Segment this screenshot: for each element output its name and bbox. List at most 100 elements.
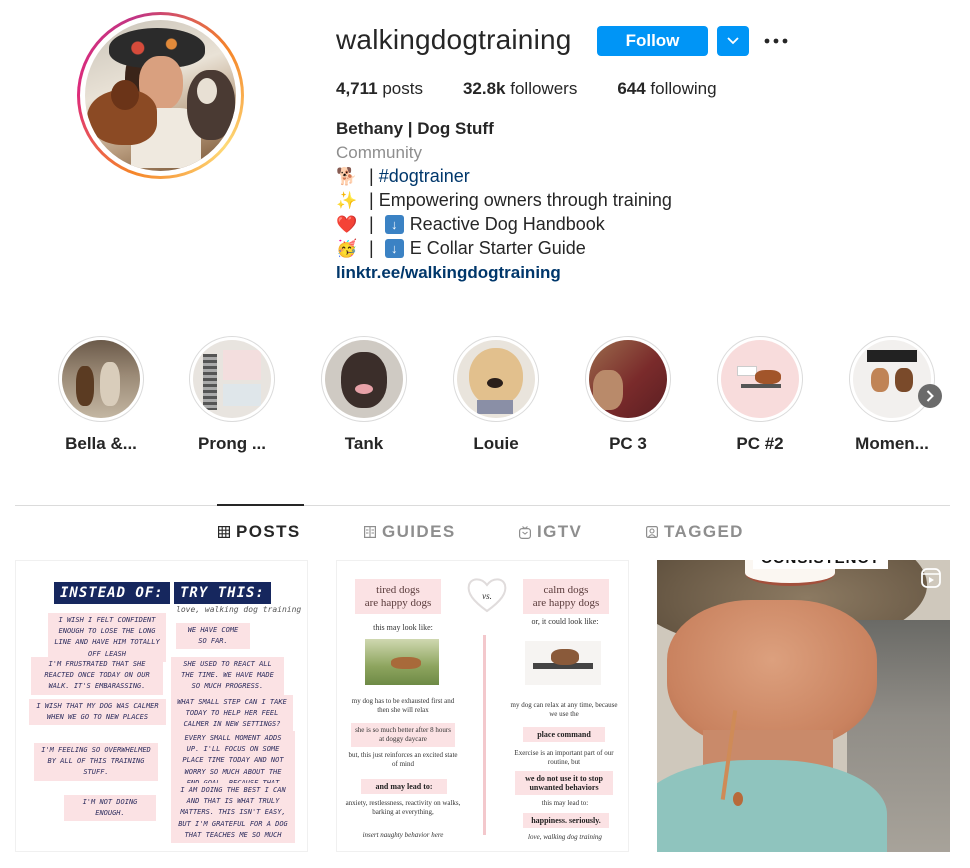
post-vs-label: vs. bbox=[482, 591, 492, 601]
follow-button[interactable]: Follow bbox=[597, 26, 708, 56]
highlight-item[interactable]: Tank bbox=[319, 336, 409, 454]
post-tile[interactable]: CONSISTENCY bbox=[657, 560, 950, 852]
post-tile[interactable]: tired dogs are happy dogs vs. calm dogs … bbox=[336, 560, 629, 852]
tabs-divider bbox=[15, 505, 950, 506]
post-overlay-text: CONSISTENCY bbox=[753, 560, 889, 569]
followers-number: 32.8k bbox=[462, 79, 506, 98]
post-photo-pendant bbox=[733, 792, 743, 806]
highlight-item[interactable]: PC #2 bbox=[715, 336, 805, 454]
highlight-thumbnail bbox=[589, 340, 667, 418]
hashtag-link[interactable]: #dogtrainer bbox=[379, 166, 470, 187]
post-text-right: SHE USED TO REACT ALL THE TIME. WE HAVE … bbox=[171, 657, 284, 695]
post-divider bbox=[483, 635, 486, 835]
guides-icon bbox=[364, 526, 376, 538]
post-caption: love, walking dog training bbox=[528, 833, 602, 841]
post-caption: we do not use it to stop unwanted behavi… bbox=[515, 771, 613, 795]
bio-separator: | bbox=[364, 166, 379, 186]
post-header-left: INSTEAD OF: bbox=[54, 582, 170, 604]
sparkles-emoji-icon: ✨ bbox=[336, 190, 358, 210]
bio-separator: | bbox=[364, 214, 379, 234]
bio-separator: | bbox=[364, 238, 379, 258]
bio-text: E Collar Starter Guide bbox=[409, 238, 586, 258]
tab-label: TAGGED bbox=[664, 522, 744, 541]
post-photo-dog-bed bbox=[525, 641, 601, 685]
active-tab-indicator bbox=[217, 504, 304, 506]
highlights-next-button[interactable] bbox=[918, 384, 942, 408]
heart-emoji-icon: ❤️ bbox=[336, 214, 358, 234]
following-number: 644 bbox=[617, 79, 646, 98]
highlight-label: Prong ... bbox=[198, 434, 266, 453]
post-header-right: TRY THIS: bbox=[174, 582, 271, 604]
bio-text: Reactive Dog Handbook bbox=[409, 214, 605, 234]
highlight-thumbnail bbox=[721, 340, 799, 418]
post-text-right: WE HAVE COME SO FAR. bbox=[176, 623, 250, 650]
post-caption: my dog can relax at any time, because we… bbox=[510, 701, 618, 719]
full-name: Bethany | Dog Stuff bbox=[336, 119, 494, 138]
avatar-dog-left-head bbox=[111, 80, 139, 110]
post-text-right: WHAT SMALL STEP CAN I TAKE TODAY TO HELP… bbox=[171, 695, 293, 733]
profile-avatar[interactable] bbox=[77, 12, 244, 179]
highlight-thumbnail bbox=[325, 340, 403, 418]
avatar-dog-right-muzzle bbox=[197, 78, 217, 104]
highlight-ring bbox=[849, 336, 935, 422]
avatar-photo bbox=[85, 20, 236, 171]
category-label: Community bbox=[336, 143, 422, 162]
post-text-left: I WISH I FELT CONFIDENT ENOUGH TO LOSE T… bbox=[48, 613, 166, 662]
profile-stats: 4,711 posts 32.8k followers 644 followin… bbox=[336, 79, 757, 99]
down-arrow-icon: ↓ bbox=[384, 239, 404, 258]
post-signature: love, walking dog training bbox=[176, 605, 302, 614]
more-options-icon bbox=[764, 38, 788, 44]
posts-count: 4,711 posts bbox=[336, 79, 423, 99]
bio-text: Empowering owners through training bbox=[378, 190, 672, 210]
username: walkingdogtraining bbox=[336, 24, 572, 55]
post-caption: or, it could look like: bbox=[531, 617, 599, 626]
dog-emoji-icon: 🐕 bbox=[336, 166, 358, 186]
highlight-item[interactable]: Bella &... bbox=[56, 336, 146, 454]
highlight-ring bbox=[189, 336, 275, 422]
highlight-item[interactable]: PC 3 bbox=[583, 336, 673, 454]
igtv-icon bbox=[519, 525, 531, 539]
more-options-button[interactable] bbox=[762, 30, 790, 52]
post-tile[interactable]: INSTEAD OF: TRY THIS: love, walking dog … bbox=[15, 560, 308, 852]
post-caption: happiness. seriously. bbox=[523, 813, 609, 828]
post-text-left: I'M FEELING SO OVERWHELMED BY ALL OF THI… bbox=[34, 743, 158, 781]
tab-igtv[interactable]: IGTV bbox=[519, 522, 582, 542]
post-caption: place command bbox=[523, 727, 605, 742]
post-caption: she is so much better after 8 hours at d… bbox=[351, 723, 455, 748]
post-title-right: calm dogs are happy dogs bbox=[523, 579, 609, 615]
tab-label: GUIDES bbox=[382, 522, 456, 541]
post-text-right: I AM DOING THE BEST I CAN AND THAT IS WH… bbox=[171, 783, 295, 843]
post-caption: and may lead to: bbox=[361, 779, 447, 794]
followers-count[interactable]: 32.8k followers bbox=[463, 79, 577, 99]
highlight-label: PC 3 bbox=[609, 434, 647, 453]
post-caption: but, this just reinforces an excited sta… bbox=[348, 751, 458, 769]
post-text-left: I'M NOT DOING ENOUGH. bbox=[64, 795, 156, 822]
profile-external-link[interactable]: linktr.ee/walkingdogtraining bbox=[336, 263, 561, 283]
highlight-label: Tank bbox=[344, 434, 384, 453]
grid-icon bbox=[218, 526, 230, 538]
post-photo-dog-running bbox=[365, 639, 439, 685]
suggested-dropdown-button[interactable] bbox=[717, 26, 749, 56]
post-text-left: I'M FRUSTRATED THAT SHE REACTED ONCE TOD… bbox=[31, 657, 163, 695]
post-title-left: tired dogs are happy dogs bbox=[355, 579, 441, 615]
tab-label: IGTV bbox=[537, 522, 583, 541]
highlight-ring bbox=[321, 336, 407, 422]
post-photo-face bbox=[667, 600, 877, 750]
post-text-left: I WISH THAT MY DOG WAS CALMER WHEN WE GO… bbox=[29, 699, 166, 726]
bio-line-3: ❤️ | ↓ Reactive Dog Handbook bbox=[336, 214, 605, 235]
tab-label: POSTS bbox=[236, 522, 301, 541]
post-caption: this may look like: bbox=[373, 623, 433, 632]
tab-guides[interactable]: GUIDES bbox=[364, 522, 456, 542]
posts-label: posts bbox=[377, 79, 423, 98]
post-caption: anxiety, restlessness, reactivity on wal… bbox=[345, 799, 461, 817]
tab-posts[interactable]: POSTS bbox=[218, 522, 301, 542]
highlight-label: Bella &... bbox=[65, 434, 137, 453]
bio-line-4: 🥳 | ↓ E Collar Starter Guide bbox=[336, 238, 586, 259]
highlight-ring bbox=[58, 336, 144, 422]
following-count[interactable]: 644 following bbox=[617, 79, 716, 99]
tab-tagged[interactable]: TAGGED bbox=[646, 522, 744, 542]
highlight-label: Louie bbox=[473, 434, 519, 453]
highlight-thumbnail bbox=[62, 340, 140, 418]
highlight-item[interactable]: Prong ... bbox=[187, 336, 277, 454]
highlight-item[interactable]: Louie bbox=[451, 336, 541, 454]
